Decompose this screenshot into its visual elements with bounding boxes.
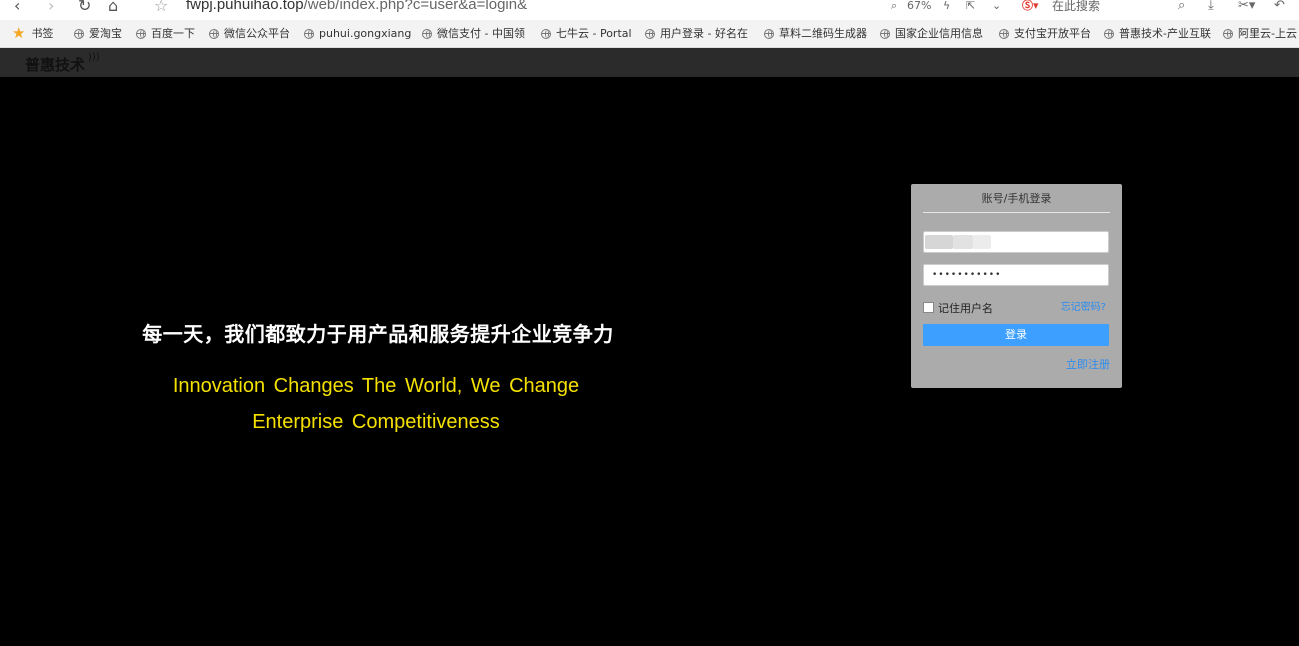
bookmark-item[interactable]: 用户登录 - 好名在 xyxy=(645,20,748,47)
back-icon[interactable]: ‹ xyxy=(14,0,20,16)
bookmark-label: 用户登录 - 好名在 xyxy=(660,27,748,40)
remember-checkbox[interactable] xyxy=(923,302,934,313)
bookmark-label: 百度一下 xyxy=(151,27,195,40)
undo-icon[interactable]: ↶ xyxy=(1274,0,1285,16)
search-icon[interactable]: ⌕ xyxy=(1178,0,1185,16)
login-panel: 账号/手机登录 ••••••••••• 记住用户名 忘记密码? 登录 立即注册 xyxy=(911,184,1122,388)
hero-slogan-en: Innovation Changes The World, We Change … xyxy=(120,368,632,440)
globe-icon xyxy=(1104,29,1114,39)
globe-icon xyxy=(880,29,890,39)
forgot-password-link[interactable]: 忘记密码? xyxy=(1061,298,1106,313)
flash-icon[interactable]: ϟ xyxy=(943,0,950,16)
star-icon: ★ xyxy=(12,24,26,42)
bookmarks-label: 书签 xyxy=(31,27,54,40)
site-logo[interactable]: 普惠技术 xyxy=(25,54,85,75)
login-button[interactable]: 登录 xyxy=(923,324,1109,346)
search-engine-icon[interactable]: Ⓢ▾ xyxy=(1022,0,1039,16)
share-icon[interactable]: ⇱ xyxy=(966,0,975,16)
hero-slogan-en-line2: Enterprise Competitiveness xyxy=(252,411,500,433)
bookmark-item[interactable]: 国家企业信用信息 xyxy=(880,20,983,47)
globe-icon xyxy=(304,29,314,39)
globe-icon xyxy=(1223,29,1233,39)
bookmark-item[interactable]: 七牛云 - Portal xyxy=(541,20,632,47)
home-icon[interactable]: ⌂ xyxy=(108,0,118,16)
globe-icon xyxy=(422,29,432,39)
bookmark-item[interactable]: 支付宝开放平台 xyxy=(999,20,1091,47)
globe-icon xyxy=(764,29,774,39)
url-field[interactable]: fwpj.puhuihao.top/web/index.php?c=user&a… xyxy=(186,0,527,15)
bookmark-item[interactable]: 百度一下 xyxy=(136,20,195,47)
bookmark-item[interactable]: 阿里云-上云 xyxy=(1223,20,1297,47)
bookmark-item[interactable]: puhui.gongxiang xyxy=(304,20,411,47)
bookmark-label: 微信支付 - 中国领 xyxy=(437,27,525,40)
bookmark-label: 七牛云 - Portal xyxy=(556,27,632,40)
bookmark-label: puhui.gongxiang xyxy=(319,27,412,40)
bookmark-item[interactable]: 微信公众平台 xyxy=(209,20,290,47)
globe-icon xyxy=(999,29,1009,39)
reload-icon[interactable]: ↻ xyxy=(78,0,91,16)
remember-username[interactable]: 记住用户名 xyxy=(923,300,993,316)
login-tab-account[interactable]: 账号/手机登录 xyxy=(923,190,1110,213)
bookmark-label: 草料二维码生成器 xyxy=(779,27,867,40)
globe-icon xyxy=(209,29,219,39)
username-input[interactable] xyxy=(923,231,1109,253)
globe-icon xyxy=(645,29,655,39)
bookmark-label: 微信公众平台 xyxy=(224,27,290,40)
hero-slogan-en-line1: Innovation Changes The World, We Change xyxy=(172,375,580,397)
site-header: 普惠技术 ))) xyxy=(0,48,1299,77)
bookmark-label: 国家企业信用信息 xyxy=(895,27,983,40)
chevron-down-icon[interactable]: ⌄ xyxy=(992,0,1001,16)
bookmarks-folder[interactable]: ★ 书签 xyxy=(12,20,53,47)
bookmark-label: 普惠技术-产业互联 xyxy=(1119,27,1211,40)
bookmark-label: 爱淘宝 xyxy=(89,27,122,40)
zoom-level[interactable]: 67% xyxy=(907,0,931,16)
browser-address-bar: ‹ › ↻ ⌂ ☆ fwpj.puhuihao.top/web/index.ph… xyxy=(0,0,1299,20)
bookmark-label: 阿里云-上云 xyxy=(1238,27,1297,40)
globe-icon xyxy=(136,29,146,39)
bookmark-label: 支付宝开放平台 xyxy=(1014,27,1091,40)
url-host: fwpj.puhuihao.top xyxy=(186,0,304,13)
globe-icon xyxy=(74,29,84,39)
scissors-icon[interactable]: ✂▾ xyxy=(1238,0,1255,16)
download-icon[interactable]: ⤓ xyxy=(1208,0,1214,16)
register-link[interactable]: 立即注册 xyxy=(1066,356,1110,372)
bookmarks-bar: ★ 书签 爱淘宝 百度一下 微信公众平台 puhui.gongxiang 微信支付… xyxy=(0,20,1299,48)
forward-icon[interactable]: › xyxy=(48,0,54,16)
bookmark-item[interactable]: 爱淘宝 xyxy=(74,20,122,47)
remember-label: 记住用户名 xyxy=(938,302,993,315)
password-input[interactable]: ••••••••••• xyxy=(923,264,1109,286)
bookmark-item[interactable]: 微信支付 - 中国领 xyxy=(422,20,525,47)
globe-icon xyxy=(541,29,551,39)
signal-icon: ))) xyxy=(88,52,100,63)
bookmark-item[interactable]: 草料二维码生成器 xyxy=(764,20,867,47)
url-path: /web/index.php?c=user&a=login& xyxy=(303,0,528,13)
bookmark-item[interactable]: 普惠技术-产业互联 xyxy=(1104,20,1211,47)
bookmark-star-icon[interactable]: ☆ xyxy=(154,0,168,16)
zoom-icon[interactable]: ⌕ xyxy=(891,0,897,16)
search-input[interactable]: 在此搜索 xyxy=(1052,0,1100,16)
hero-slogan-cn: 每一天，我们都致力于用产品和服务提升企业竞争力 xyxy=(142,322,614,346)
